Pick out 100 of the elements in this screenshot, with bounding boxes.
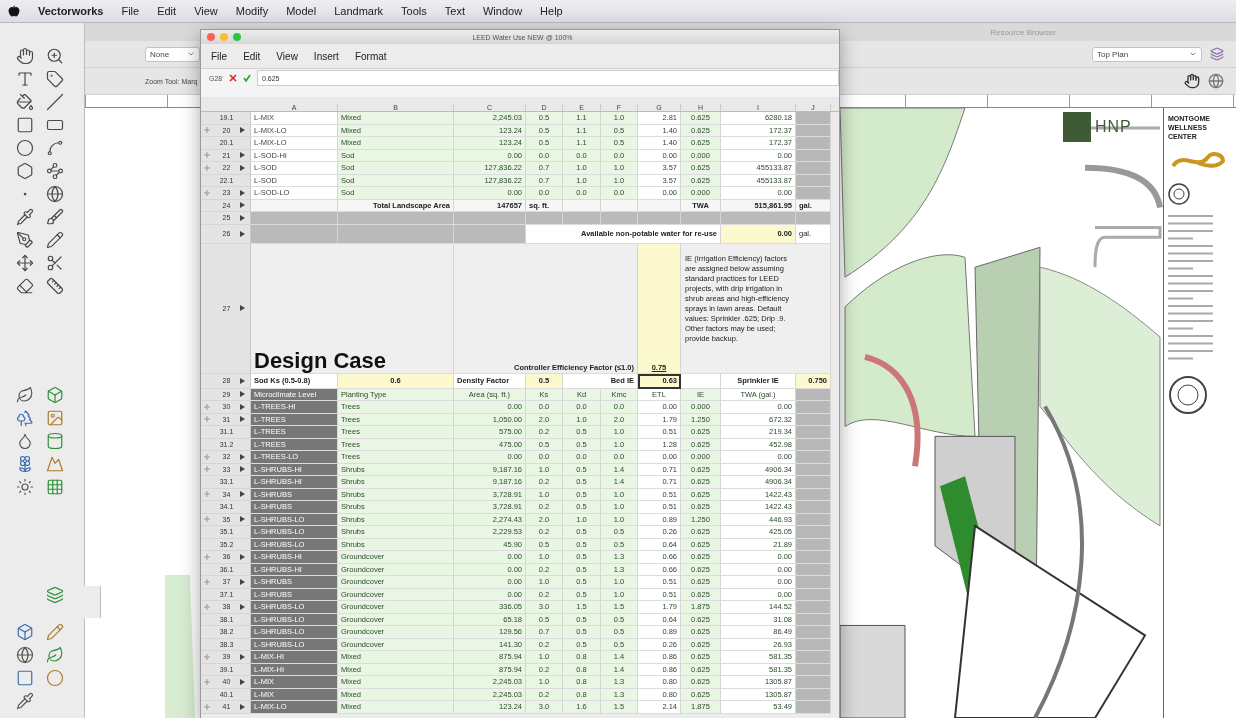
table-cell <box>796 137 831 150</box>
menu-item[interactable]: Edit <box>157 5 177 17</box>
image-icon[interactable] <box>46 408 64 427</box>
leaf-icon[interactable] <box>46 646 64 664</box>
table-cell <box>526 212 563 225</box>
table-cell <box>454 212 526 225</box>
checkmark-icon[interactable] <box>243 74 251 82</box>
curve-icon[interactable] <box>46 139 64 157</box>
cylinder-icon[interactable] <box>46 431 64 450</box>
eraser-icon[interactable] <box>16 277 34 295</box>
pen-icon[interactable] <box>16 231 34 249</box>
menu-item[interactable]: File <box>121 5 140 17</box>
cancel-icon[interactable] <box>229 74 237 82</box>
disclosure-triangle-icon[interactable] <box>240 678 245 685</box>
table-cell <box>796 526 831 539</box>
disclosure-triangle-icon[interactable] <box>240 603 245 610</box>
table-cell <box>681 212 721 225</box>
seal-icon <box>1168 375 1208 415</box>
table-cell <box>601 212 638 225</box>
caret-icon <box>187 50 195 58</box>
table-cell <box>796 501 831 514</box>
flower-icon[interactable] <box>16 454 34 473</box>
disclosure-triangle-icon[interactable] <box>240 553 245 560</box>
pipette-icon[interactable] <box>16 692 34 710</box>
grid-icon[interactable] <box>46 477 64 496</box>
scissors-icon[interactable] <box>46 254 64 272</box>
circle-icon[interactable] <box>16 139 34 157</box>
leaf-icon[interactable] <box>16 385 34 404</box>
menu-item[interactable]: Window <box>482 5 523 17</box>
menu-item[interactable]: Insert <box>313 50 339 62</box>
logo-text: HNP <box>1095 118 1132 136</box>
tag-icon[interactable] <box>46 70 64 88</box>
layers-icon[interactable] <box>1210 47 1224 61</box>
table-cell <box>638 212 681 225</box>
square-icon[interactable] <box>16 116 34 134</box>
table-cell <box>796 401 831 414</box>
disclosure-triangle-icon[interactable] <box>240 703 245 710</box>
move-icon[interactable] <box>16 254 34 272</box>
disclosure-triangle-icon[interactable] <box>240 516 245 523</box>
mountain-icon[interactable] <box>46 454 64 473</box>
line-icon[interactable] <box>46 93 64 111</box>
table-cell <box>796 701 831 714</box>
hand-icon[interactable] <box>1184 73 1200 89</box>
table-cell <box>796 601 831 614</box>
droplet-icon[interactable] <box>16 431 34 450</box>
brush-icon[interactable] <box>46 208 64 226</box>
text-icon[interactable] <box>16 70 34 88</box>
layers-icon[interactable] <box>46 586 64 604</box>
circle-icon[interactable] <box>46 669 64 687</box>
menu-item[interactable]: Model <box>286 5 317 17</box>
table-cell <box>796 451 831 464</box>
box-icon[interactable] <box>16 623 34 641</box>
globe-icon[interactable] <box>16 646 34 664</box>
hand-icon[interactable] <box>16 47 34 65</box>
section-title: Design Case <box>254 348 387 373</box>
table-cell <box>796 187 831 200</box>
menu-item[interactable]: View <box>276 50 298 62</box>
globe-icon[interactable] <box>1208 73 1224 89</box>
menu-item[interactable]: Vectorworks <box>38 5 104 17</box>
square-icon[interactable] <box>16 669 34 687</box>
pencil-icon[interactable] <box>46 231 64 249</box>
table-cell <box>796 576 831 589</box>
class-dropdown[interactable]: None <box>145 46 200 62</box>
paint-bucket-icon[interactable] <box>16 93 34 111</box>
pencil-icon[interactable] <box>46 623 64 641</box>
seal-icon <box>1168 183 1190 205</box>
menu-item[interactable]: Format <box>354 50 387 62</box>
table-cell <box>796 476 831 489</box>
disclosure-triangle-icon[interactable] <box>240 305 245 311</box>
apple-icon[interactable] <box>8 5 20 17</box>
table-cell <box>796 426 831 439</box>
menu-item[interactable]: File <box>211 50 228 62</box>
hexagon-icon[interactable] <box>16 162 34 180</box>
ruler-icon[interactable] <box>46 277 64 295</box>
disclosure-triangle-icon[interactable] <box>240 127 245 134</box>
disclosure-triangle-icon[interactable] <box>240 230 245 237</box>
menu-item[interactable]: Landmark <box>334 5 384 17</box>
table-cell <box>796 551 831 564</box>
table-cell <box>563 212 601 225</box>
trees-icon[interactable] <box>16 408 34 427</box>
menu-item[interactable]: Modify <box>235 5 269 17</box>
box-icon[interactable] <box>46 385 64 404</box>
menu-item[interactable]: Tools <box>401 5 427 17</box>
table-cell <box>796 162 831 175</box>
menu-item[interactable]: Edit <box>243 50 261 62</box>
zoom-icon[interactable] <box>46 47 64 65</box>
sun-icon[interactable] <box>16 477 34 496</box>
globe-icon[interactable] <box>46 185 64 203</box>
table-cell <box>796 212 831 225</box>
table-cell <box>796 626 831 639</box>
view-dropdown[interactable]: Top Plan <box>1092 46 1202 62</box>
disclosure-triangle-icon[interactable] <box>240 653 245 660</box>
disclosure-triangle-icon[interactable] <box>240 578 245 585</box>
menu-item[interactable]: Text <box>444 5 465 17</box>
caret-icon <box>1189 50 1197 58</box>
polyline-icon[interactable] <box>46 162 64 180</box>
menu-item[interactable]: View <box>194 5 218 17</box>
pipette-icon[interactable] <box>16 208 34 226</box>
disclosure-triangle-icon[interactable] <box>240 491 245 498</box>
menu-item[interactable]: Help <box>540 5 563 17</box>
